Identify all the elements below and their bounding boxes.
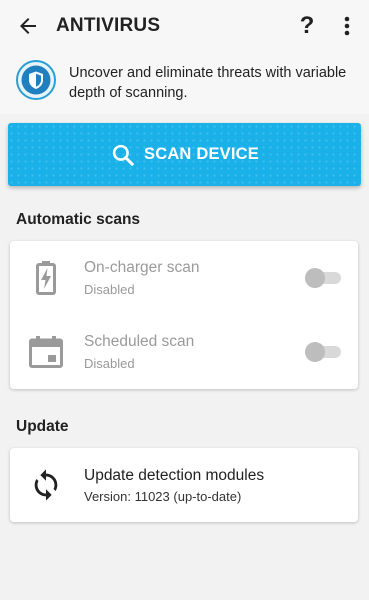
scheduled-scan-status: Disabled [84,356,135,371]
arrow-left-icon [20,18,36,34]
update-version-status: Version: 11023 (up-to-date) [84,489,242,504]
intro-section: Uncover and eliminate threats with varia… [0,52,369,114]
scheduled-scan-toggle[interactable] [305,342,341,362]
automatic-scans-heading: Automatic scans [16,211,141,228]
on-charger-scan-title: On-charger scan [84,259,200,276]
on-charger-scan-toggle[interactable] [305,268,341,288]
battery-charging-icon [36,261,56,295]
more-vertical-icon [344,16,350,36]
back-button[interactable] [12,10,44,42]
help-icon: ? [299,12,315,39]
update-heading: Update [16,418,69,435]
more-options-button[interactable] [333,10,361,42]
scan-device-button[interactable]: SCAN DEVICE [8,123,361,186]
search-icon [112,144,134,166]
automatic-scans-card: On-charger scan Disabled Scheduled scan … [10,241,358,389]
help-button[interactable]: ? [291,10,323,42]
on-charger-scan-row[interactable]: On-charger scan Disabled [10,241,358,315]
app-bar: ANTIVIRUS ? [0,0,369,52]
scheduled-scan-row[interactable]: Scheduled scan Disabled [10,315,358,389]
update-detection-modules-title: Update detection modules [84,467,265,484]
sync-icon [34,469,58,501]
on-charger-scan-status: Disabled [84,282,135,297]
shield-icon [16,60,56,100]
page-title: ANTIVIRUS [56,15,161,36]
calendar-icon [29,336,63,368]
update-card[interactable]: Update detection modules Version: 11023 … [10,448,358,522]
scan-device-label: SCAN DEVICE [144,145,259,163]
intro-description: Uncover and eliminate threats with varia… [69,65,347,101]
update-detection-modules-row[interactable]: Update detection modules Version: 11023 … [10,448,358,522]
scheduled-scan-title: Scheduled scan [84,333,195,350]
antivirus-screen: ANTIVIRUS ? Uncover and eliminate threat… [0,0,369,600]
